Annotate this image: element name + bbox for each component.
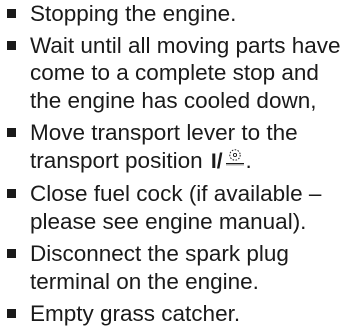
transport-symbol-text: I/: [210, 149, 223, 173]
instruction-page: Stopping the engine. Wait until all movi…: [0, 0, 349, 326]
step-text-line: Wait until all moving parts have: [30, 32, 341, 58]
step-text-line: Move transport lever to the: [30, 120, 298, 145]
step-text-line-with-symbol: transport position I/ .: [30, 147, 349, 176]
square-bullet-icon: [7, 40, 16, 50]
list-item: Stopping the engine.: [0, 0, 349, 28]
square-bullet-icon: [7, 249, 16, 258]
step-text-line: Close fuel cock (if available –: [30, 181, 322, 206]
square-bullet-icon: [7, 189, 16, 198]
step-text-line: come to a complete stop and: [30, 60, 319, 85]
step-text-line: Stopping the engine.: [30, 1, 237, 26]
step-text-line: please see engine manual).: [30, 208, 307, 234]
transport-position-symbol: I/: [211, 148, 246, 176]
square-bullet-icon: [7, 128, 16, 137]
list-item: Wait until all moving parts have come to…: [0, 32, 349, 115]
square-bullet-icon: [7, 309, 16, 318]
square-bullet-icon: [7, 9, 16, 18]
instruction-list: Stopping the engine. Wait until all movi…: [0, 0, 349, 333]
wheel-transport-icon: [225, 149, 244, 166]
step-text-line: Disconnect the spark plug: [30, 241, 289, 266]
step-text-line: Empty grass catcher.: [30, 301, 241, 326]
list-item: Empty grass catcher.: [0, 300, 349, 328]
step-text-line: terminal on the engine.: [30, 268, 259, 294]
list-item: Close fuel cock (if available – please s…: [0, 180, 349, 235]
list-item: Move transport lever to the transport po…: [0, 119, 349, 175]
step-text-line: the engine has cooled down,: [30, 87, 317, 113]
list-item: Disconnect the spark plug terminal on th…: [0, 240, 349, 295]
step-text-fragment: transport position: [30, 147, 203, 173]
